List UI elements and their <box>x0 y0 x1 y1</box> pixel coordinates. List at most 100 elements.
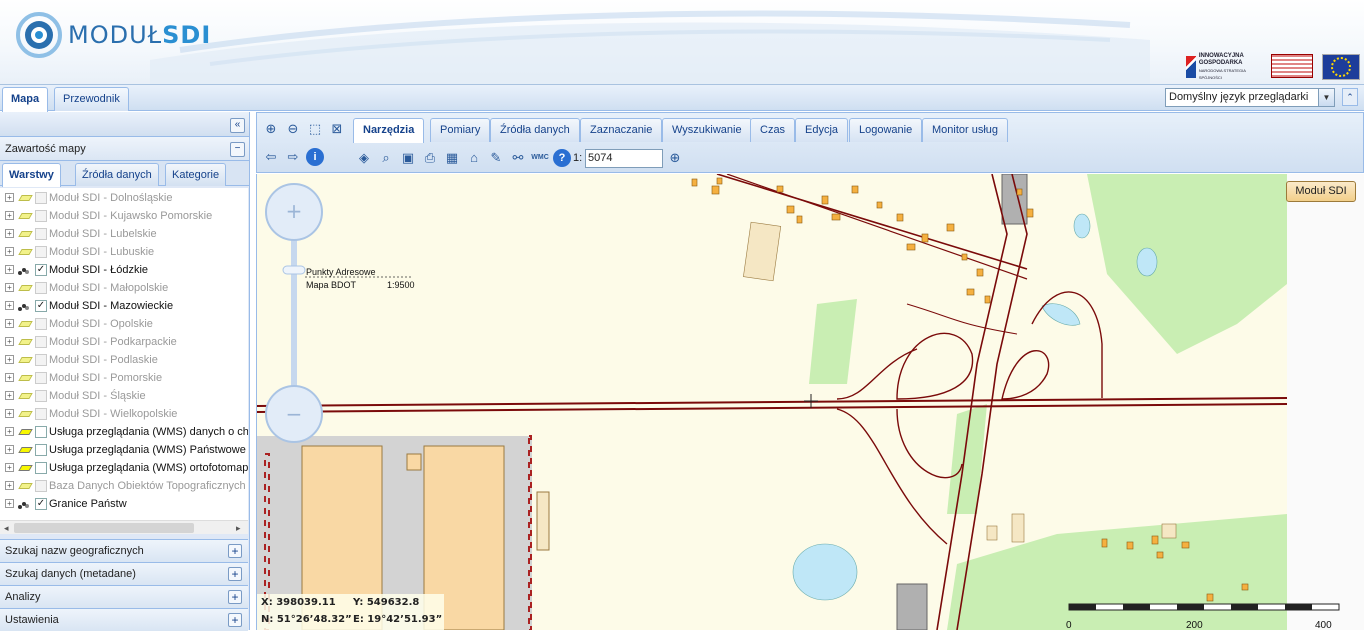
layer-row[interactable]: + Moduł SDI - Pomorskie <box>0 369 248 387</box>
expand-plus-icon[interactable]: + <box>5 283 14 292</box>
zoom-slider[interactable]: + − <box>265 183 323 443</box>
zoom-in-icon[interactable]: ⊕ <box>262 120 280 138</box>
tab-zrodla-danych-toolbar[interactable]: Źródła danych <box>490 118 580 142</box>
expand-plus-icon[interactable]: + <box>5 391 14 400</box>
expand-plus-icon[interactable]: + <box>5 211 14 220</box>
modul-sdi-button[interactable]: Moduł SDI <box>1286 181 1356 202</box>
expand-plus-icon[interactable]: + <box>228 613 242 627</box>
layer-row[interactable]: + Moduł SDI - Lubuskie <box>0 243 248 261</box>
layer-checkbox[interactable]: ✓ <box>35 264 47 276</box>
scrollbar-thumb[interactable] <box>14 523 194 533</box>
expand-plus-icon[interactable]: + <box>5 247 14 256</box>
layer-row[interactable]: + Moduł SDI - Lubelskie <box>0 225 248 243</box>
expand-plus-icon[interactable]: + <box>228 590 242 604</box>
tab-monitor-uslug[interactable]: Monitor usług <box>922 118 1009 142</box>
layer-row[interactable]: + Moduł SDI - Wielkopolskie <box>0 405 248 423</box>
map-contents-header[interactable]: Zawartość mapy − <box>0 137 249 161</box>
edit-pencil-icon[interactable]: ✎ <box>487 149 505 167</box>
layer-checkbox[interactable] <box>35 462 47 474</box>
link-icon[interactable]: ⚯ <box>509 149 527 167</box>
layer-row[interactable]: + Moduł SDI - Śląskie <box>0 387 248 405</box>
layer-checkbox[interactable] <box>35 426 47 438</box>
forward-arrow-icon[interactable]: ⇨ <box>284 148 302 166</box>
layer-tree-horizontal-scrollbar[interactable]: ◂ ▸ <box>0 520 248 534</box>
tab-narzedzia[interactable]: Narzędzia <box>353 118 425 143</box>
chevron-down-icon[interactable]: ▼ <box>1318 89 1334 106</box>
layer-row[interactable]: + Moduł SDI - Kujawsko Pomorskie <box>0 207 248 225</box>
expand-plus-icon[interactable]: + <box>228 567 242 581</box>
tab-mapa[interactable]: Mapa <box>2 87 49 112</box>
layer-row[interactable]: + Moduł SDI - Dolnośląskie <box>0 189 248 207</box>
layer-checkbox[interactable]: ✓ <box>35 498 47 510</box>
layers-icon[interactable]: ◈ <box>355 149 373 167</box>
tab-kategorie[interactable]: Kategorie <box>165 163 227 186</box>
zoom-to-scale-icon[interactable]: ⊕ <box>666 149 684 167</box>
layer-row[interactable]: + Usługa przeglądania (WMS) ortofotomap <box>0 459 248 477</box>
collapse-left-panel-button[interactable]: « <box>230 118 245 133</box>
home-icon[interactable]: ⌂ <box>465 149 483 167</box>
minus-icon[interactable]: − <box>230 142 245 157</box>
layer-row[interactable]: + Usługa przeglądania (WMS) Państwowe <box>0 441 248 459</box>
expand-plus-icon[interactable]: + <box>5 427 14 436</box>
search-icon[interactable]: ⌕ <box>377 149 395 167</box>
layer-checkbox[interactable] <box>35 354 47 366</box>
wmc-icon[interactable]: WMC <box>531 149 549 167</box>
layer-checkbox[interactable] <box>35 246 47 258</box>
tab-przewodnik[interactable]: Przewodnik <box>54 87 129 111</box>
scroll-right-icon[interactable]: ▸ <box>236 521 241 535</box>
back-arrow-icon[interactable]: ⇦ <box>262 148 280 166</box>
collapse-header-button[interactable]: ⌃ <box>1342 88 1358 106</box>
layer-checkbox[interactable] <box>35 228 47 240</box>
layer-checkbox[interactable] <box>35 408 47 420</box>
tab-czas[interactable]: Czas <box>750 118 796 142</box>
layer-row[interactable]: + Moduł SDI - Opolskie <box>0 315 248 333</box>
expand-plus-icon[interactable]: + <box>5 355 14 364</box>
scale-input[interactable]: 5074 <box>585 149 663 168</box>
layer-checkbox[interactable] <box>35 444 47 456</box>
accordion-analizy[interactable]: Analizy + <box>0 585 248 608</box>
layer-checkbox[interactable]: ✓ <box>35 300 47 312</box>
full-extent-icon[interactable]: ⊠ <box>328 120 346 138</box>
zoom-out-icon[interactable]: ⊖ <box>284 120 302 138</box>
expand-plus-icon[interactable]: + <box>5 445 14 454</box>
expand-plus-icon[interactable]: + <box>5 337 14 346</box>
layer-row[interactable]: + Moduł SDI - Podlaskie <box>0 351 248 369</box>
layer-row[interactable]: + Usługa przeglądania (WMS) danych o ch <box>0 423 248 441</box>
info-icon[interactable]: i <box>306 148 324 166</box>
tab-wyszukiwanie[interactable]: Wyszukiwanie <box>662 118 752 142</box>
scroll-left-icon[interactable]: ◂ <box>4 521 9 535</box>
layer-row[interactable]: + ✓ Moduł SDI - Mazowieckie <box>0 297 248 315</box>
tab-edycja[interactable]: Edycja <box>795 118 849 142</box>
map-canvas[interactable]: + − Punkty Adresowe Mapa BDOT 1:9500 Mod… <box>256 174 1364 630</box>
expand-plus-icon[interactable]: + <box>5 229 14 238</box>
save-icon[interactable]: ▣ <box>399 149 417 167</box>
layer-row[interactable]: + Moduł SDI - Małopolskie <box>0 279 248 297</box>
expand-plus-icon[interactable]: + <box>5 409 14 418</box>
accordion-szukaj-danych[interactable]: Szukaj danych (metadane) + <box>0 562 248 585</box>
layer-row[interactable]: + ✓ Granice Państw <box>0 495 248 513</box>
expand-plus-icon[interactable]: + <box>228 544 242 558</box>
tab-logowanie[interactable]: Logowanie <box>849 118 923 142</box>
expand-plus-icon[interactable]: + <box>5 193 14 202</box>
expand-plus-icon[interactable]: + <box>5 373 14 382</box>
layer-row[interactable]: + ✓ Moduł SDI - Łódzkie <box>0 261 248 279</box>
accordion-ustawienia[interactable]: Ustawienia + <box>0 608 248 631</box>
help-icon[interactable]: ? <box>553 149 571 167</box>
layer-checkbox[interactable] <box>35 336 47 348</box>
layer-checkbox[interactable] <box>35 282 47 294</box>
layer-row[interactable]: + Moduł SDI - Podkarpackie <box>0 333 248 351</box>
expand-plus-icon[interactable]: + <box>5 499 14 508</box>
tab-warstwy[interactable]: Warstwy <box>2 163 61 187</box>
expand-plus-icon[interactable]: + <box>5 463 14 472</box>
tab-pomiary[interactable]: Pomiary <box>430 118 491 142</box>
table-icon[interactable]: ▦ <box>443 149 461 167</box>
expand-plus-icon[interactable]: + <box>5 265 14 274</box>
layer-checkbox[interactable] <box>35 318 47 330</box>
accordion-szukaj-nazw[interactable]: Szukaj nazw geograficznych + <box>0 539 248 562</box>
layer-row[interactable]: + Baza Danych Obiektów Topograficznych <box>0 477 248 495</box>
zoom-box-icon[interactable]: ⬚ <box>306 120 324 138</box>
print-icon[interactable]: ⎙ <box>421 149 439 167</box>
expand-plus-icon[interactable]: + <box>5 481 14 490</box>
expand-plus-icon[interactable]: + <box>5 301 14 310</box>
layer-checkbox[interactable] <box>35 390 47 402</box>
